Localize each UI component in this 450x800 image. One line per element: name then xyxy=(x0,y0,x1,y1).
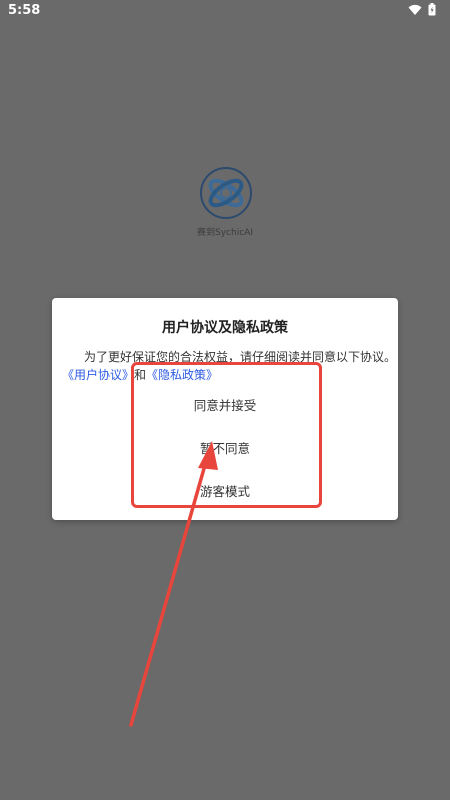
app-name: 赛到SychicAI xyxy=(197,228,253,238)
accept-button[interactable]: 同意并接受 xyxy=(52,389,398,423)
battery-icon xyxy=(428,3,436,20)
dialog-links: 《用户协议》和《隐私政策》 xyxy=(62,366,218,384)
app-logo-icon xyxy=(198,165,254,221)
status-icons xyxy=(408,3,436,20)
privacy-dialog: 用户协议及隐私政策 为了更好保证您的合法权益，请仔细阅读并同意以下协议。 《用户… xyxy=(52,298,398,520)
wifi-icon xyxy=(408,4,422,20)
user-agreement-link[interactable]: 《用户协议》 xyxy=(62,368,134,382)
privacy-policy-link[interactable]: 《隐私政策》 xyxy=(146,368,218,382)
status-bar: 5:58 xyxy=(0,0,450,22)
status-time: 5:58 xyxy=(8,3,41,18)
dialog-body-text: 为了更好保证您的合法权益，请仔细阅读并同意以下协议。 xyxy=(84,350,397,364)
guest-mode-button[interactable]: 游客模式 xyxy=(52,475,398,509)
dialog-title: 用户协议及隐私政策 xyxy=(162,320,288,336)
decline-button[interactable]: 暂不同意 xyxy=(52,432,398,466)
link-conjunction: 和 xyxy=(134,368,147,382)
app-screen: 5:58 赛到SychicAI 用户协议及隐私政策 为了更好保证您的合法权益，请… xyxy=(0,0,450,800)
